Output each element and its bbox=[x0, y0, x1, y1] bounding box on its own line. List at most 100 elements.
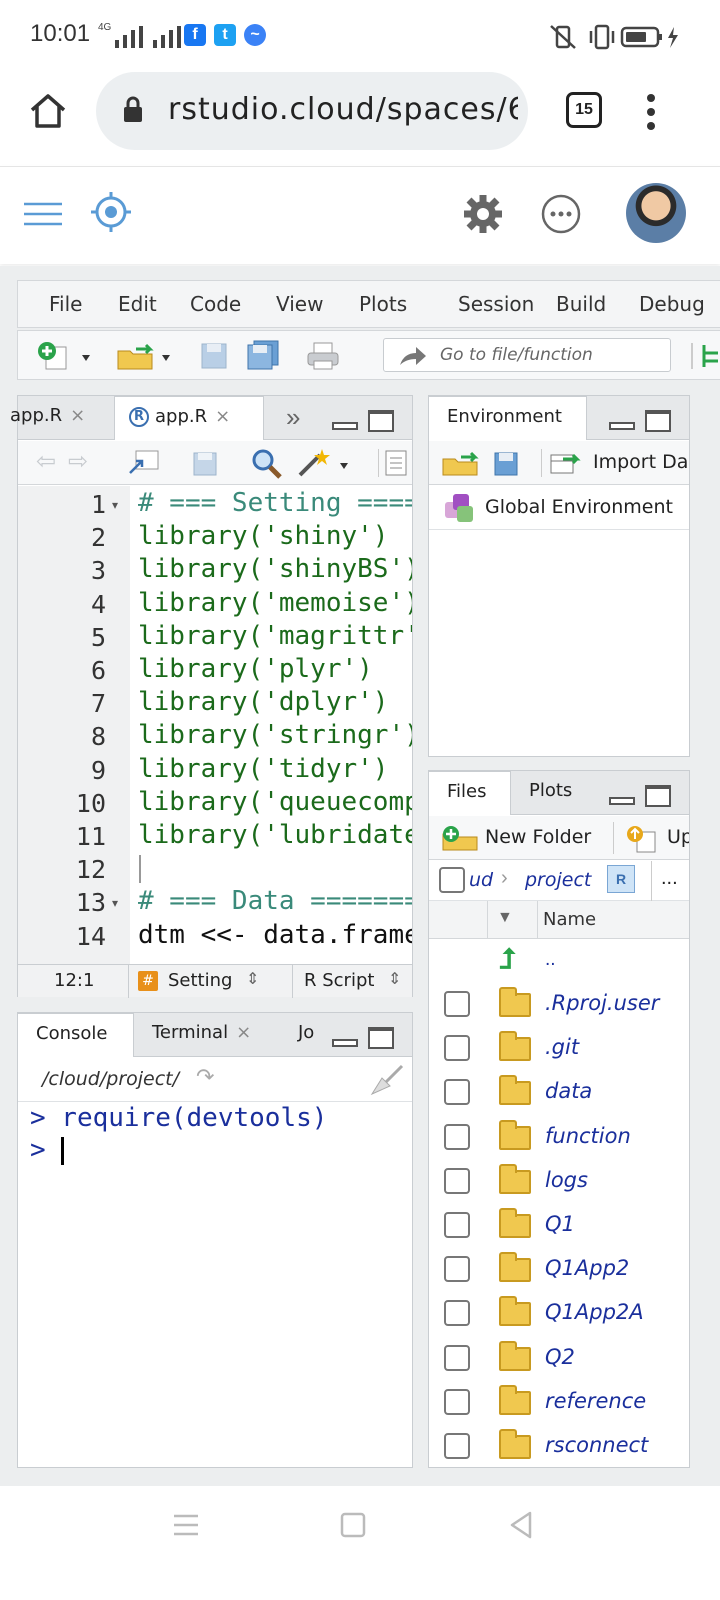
maximize-icon[interactable] bbox=[645, 410, 671, 432]
compile-report-icon[interactable] bbox=[378, 449, 408, 477]
maximize-icon[interactable] bbox=[368, 410, 394, 432]
menu-code[interactable]: Code bbox=[190, 292, 241, 316]
file-name[interactable]: .Rproj.user bbox=[545, 991, 659, 1015]
global-environment-selector[interactable]: Global Environment bbox=[429, 486, 689, 530]
save-workspace-icon[interactable] bbox=[493, 451, 519, 477]
fold-toggle-icon[interactable]: ▾ bbox=[112, 896, 118, 910]
fold-toggle-icon[interactable]: ▾ bbox=[112, 498, 118, 512]
close-icon[interactable]: × bbox=[70, 405, 85, 426]
file-name[interactable]: rsconnect bbox=[545, 1433, 648, 1457]
menu-build[interactable]: Build bbox=[556, 292, 606, 316]
menu-session[interactable]: Session bbox=[458, 292, 534, 316]
section-name[interactable]: Setting bbox=[168, 970, 232, 991]
load-workspace-icon[interactable] bbox=[441, 449, 481, 477]
file-checkbox[interactable] bbox=[444, 1344, 470, 1371]
tab-files[interactable]: Files bbox=[429, 771, 511, 815]
menu-file[interactable]: File bbox=[49, 292, 82, 316]
more-tabs-icon[interactable]: » bbox=[286, 402, 300, 433]
file-checkbox[interactable] bbox=[444, 1300, 470, 1327]
save-icon[interactable] bbox=[200, 342, 228, 370]
file-name[interactable]: reference bbox=[545, 1389, 646, 1413]
file-name[interactable]: Q1App2 bbox=[545, 1256, 629, 1280]
goto-file-input[interactable]: Go to file/function bbox=[383, 338, 671, 372]
forward-icon[interactable]: ⇨ bbox=[68, 447, 88, 476]
file-row[interactable]: Q1 bbox=[429, 1204, 689, 1248]
tab-console[interactable]: Console bbox=[18, 1013, 134, 1057]
file-row[interactable]: .Rproj.user bbox=[429, 983, 689, 1027]
minimize-icon[interactable] bbox=[332, 1039, 358, 1047]
search-icon[interactable] bbox=[250, 447, 282, 479]
url-bar[interactable]: rstudio.cloud/spaces/6( bbox=[96, 72, 528, 150]
tab-plots[interactable]: Plots bbox=[529, 771, 599, 815]
menu-edit[interactable]: Edit bbox=[118, 292, 157, 316]
file-row[interactable]: Q1App2 bbox=[429, 1248, 689, 1292]
file-name[interactable]: function bbox=[545, 1124, 631, 1148]
file-row[interactable]: .git bbox=[429, 1027, 689, 1071]
more-options-icon[interactable] bbox=[540, 193, 582, 235]
file-type[interactable]: R Script bbox=[304, 970, 374, 991]
file-row[interactable]: Q2 bbox=[429, 1337, 689, 1381]
console-output[interactable]: > require(devtools) > bbox=[18, 1103, 412, 1467]
file-checkbox[interactable] bbox=[444, 1035, 470, 1062]
file-name[interactable]: Q1 bbox=[545, 1212, 575, 1236]
code-tools-icon[interactable] bbox=[296, 447, 354, 479]
column-header-name[interactable]: Name bbox=[543, 909, 596, 930]
maximize-icon[interactable] bbox=[368, 1027, 394, 1049]
file-checkbox[interactable] bbox=[444, 1433, 470, 1459]
source-tab-1[interactable]: app.R × bbox=[10, 396, 110, 440]
file-row[interactable]: logs bbox=[429, 1160, 689, 1204]
show-in-window-icon[interactable] bbox=[128, 449, 160, 477]
new-file-icon[interactable] bbox=[36, 341, 96, 371]
new-folder-button[interactable]: New Folder bbox=[485, 826, 591, 848]
import-dataset-label[interactable]: Import Da bbox=[593, 451, 688, 473]
close-icon[interactable]: × bbox=[236, 1022, 251, 1043]
file-checkbox[interactable] bbox=[444, 1167, 470, 1194]
recent-apps-icon[interactable] bbox=[172, 1512, 200, 1538]
back-icon[interactable]: ⇦ bbox=[36, 447, 56, 476]
go-to-dir-icon[interactable]: ↷ bbox=[196, 1064, 214, 1090]
menu-plots[interactable]: Plots bbox=[359, 292, 407, 316]
file-row[interactable]: data bbox=[429, 1071, 689, 1115]
home-nav-icon[interactable] bbox=[340, 1512, 366, 1538]
addin-icon[interactable] bbox=[690, 341, 720, 371]
breadcrumb-parent[interactable]: ud bbox=[469, 869, 493, 891]
browser-menu-icon[interactable] bbox=[645, 92, 657, 132]
file-row[interactable]: function bbox=[429, 1116, 689, 1160]
file-checkbox[interactable] bbox=[444, 1123, 470, 1150]
minimize-icon[interactable] bbox=[609, 422, 635, 430]
home-icon[interactable] bbox=[28, 92, 68, 130]
print-icon[interactable] bbox=[306, 341, 340, 371]
save-icon[interactable] bbox=[192, 451, 218, 477]
back-nav-icon[interactable] bbox=[508, 1510, 534, 1540]
more-files-button[interactable]: ... bbox=[661, 867, 678, 890]
file-row[interactable]: rsconnect bbox=[429, 1425, 689, 1467]
minimize-icon[interactable] bbox=[332, 422, 358, 430]
tab-environment[interactable]: Environment bbox=[429, 396, 587, 440]
file-row[interactable]: reference bbox=[429, 1381, 689, 1425]
clear-console-icon[interactable] bbox=[368, 1064, 404, 1096]
file-checkbox[interactable] bbox=[444, 991, 470, 1017]
file-checkbox[interactable] bbox=[444, 1256, 470, 1283]
parent-directory-row[interactable]: ⮥ .. bbox=[429, 939, 689, 983]
code-editor[interactable]: 1 ▾ # === Setting ==== 2 library('shiny') 3 li… bbox=[18, 486, 412, 964]
minimize-icon[interactable] bbox=[609, 797, 635, 805]
menu-view[interactable]: View bbox=[276, 292, 323, 316]
file-checkbox[interactable] bbox=[444, 1079, 470, 1106]
file-checkbox[interactable] bbox=[444, 1388, 470, 1415]
avatar[interactable] bbox=[626, 183, 686, 243]
source-tab-2[interactable]: Rapp.R × bbox=[114, 396, 264, 440]
gear-icon[interactable] bbox=[462, 193, 504, 235]
select-all-checkbox[interactable] bbox=[439, 867, 465, 893]
import-dataset-icon[interactable] bbox=[541, 449, 581, 477]
tab-terminal[interactable]: Terminal × bbox=[152, 1013, 282, 1057]
file-name[interactable]: logs bbox=[545, 1168, 588, 1192]
hamburger-menu-icon[interactable] bbox=[22, 201, 64, 227]
menu-debug[interactable]: Debug bbox=[639, 292, 705, 316]
file-name[interactable]: Q2 bbox=[545, 1345, 575, 1369]
breadcrumb-project[interactable]: project bbox=[525, 869, 591, 891]
r-project-icon[interactable]: R bbox=[607, 865, 635, 893]
file-name[interactable]: data bbox=[545, 1079, 592, 1103]
sort-descending-icon[interactable]: ▼ bbox=[497, 909, 513, 927]
target-icon[interactable] bbox=[90, 191, 132, 233]
upload-button[interactable]: Up bbox=[667, 826, 689, 848]
